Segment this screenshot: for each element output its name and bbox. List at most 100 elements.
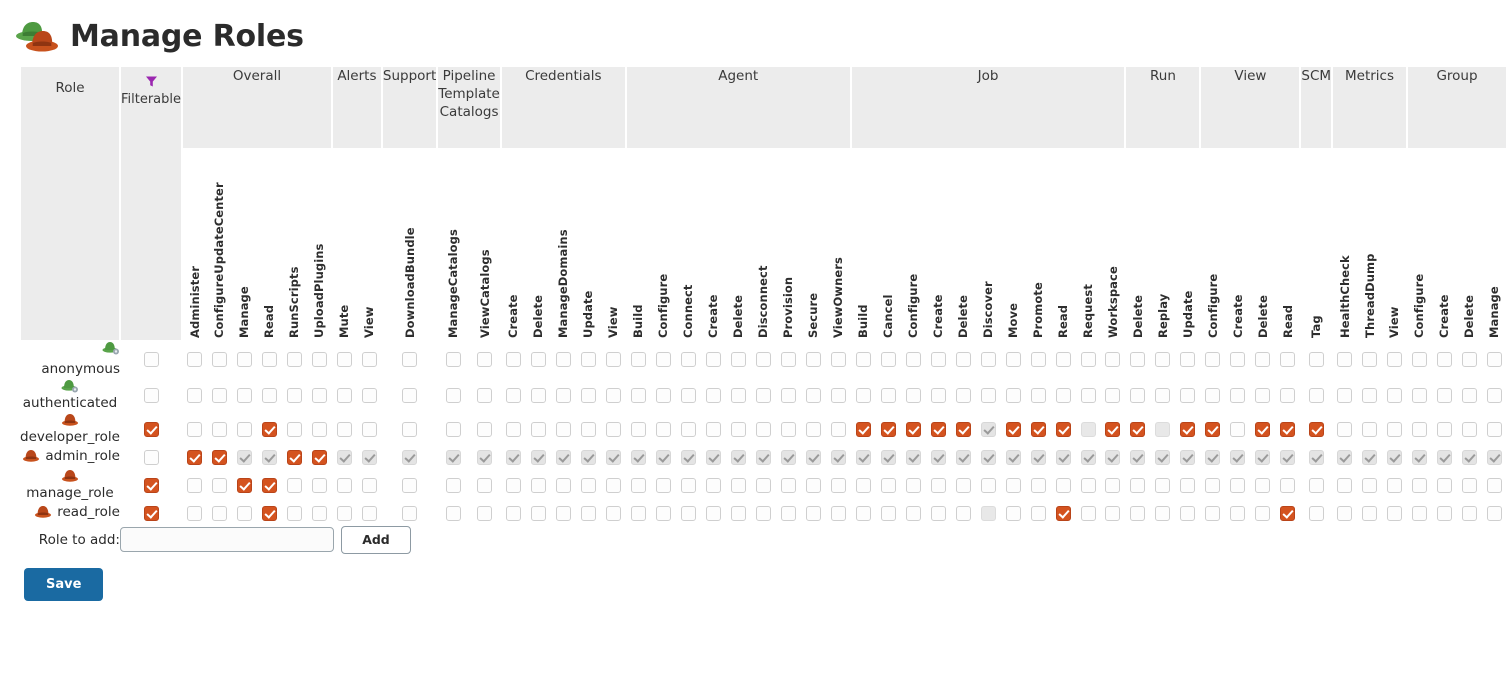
permission-checkbox[interactable] — [1486, 351, 1502, 367]
perm-cell-anonymous-Group-Configure[interactable] — [1407, 340, 1432, 378]
perm-cell-manage_role-Job-Move[interactable] — [1001, 468, 1026, 502]
permission-checkbox[interactable] — [1205, 506, 1221, 522]
perm-cell-read_role-Credentials-Create[interactable] — [501, 503, 526, 525]
permission-checkbox[interactable] — [1105, 450, 1121, 466]
perm-cell-read_role-Group-Delete[interactable] — [1457, 503, 1482, 525]
permission-checkbox[interactable] — [1180, 422, 1196, 438]
permission-checkbox[interactable] — [880, 506, 896, 522]
perm-cell-developer_role-Agent-Provision[interactable] — [776, 412, 801, 446]
permission-checkbox[interactable] — [1130, 506, 1146, 522]
perm-cell-authenticated-Job-Build[interactable] — [851, 378, 876, 412]
permission-checkbox[interactable] — [1280, 351, 1296, 367]
perm-cell-developer_role-Agent-Disconnect[interactable] — [751, 412, 776, 446]
perm-cell-developer_role-Job-Workspace[interactable] — [1101, 412, 1126, 446]
perm-cell-anonymous-Overall-RunScripts[interactable] — [282, 340, 307, 378]
perm-cell-authenticated-Job-Discover[interactable] — [976, 378, 1001, 412]
perm-cell-developer_role-Overall-Read[interactable] — [257, 412, 282, 446]
permission-checkbox[interactable] — [286, 387, 302, 403]
permission-checkbox[interactable] — [1280, 506, 1296, 522]
permission-checkbox[interactable] — [211, 506, 227, 522]
permission-checkbox[interactable] — [755, 506, 771, 522]
perm-cell-anonymous-Agent-Provision[interactable] — [776, 340, 801, 378]
permission-checkbox[interactable] — [1411, 506, 1427, 522]
perm-cell-authenticated-Agent-Disconnect[interactable] — [751, 378, 776, 412]
permission-checkbox[interactable] — [1255, 506, 1271, 522]
permission-checkbox[interactable] — [655, 422, 671, 438]
perm-cell-authenticated-Job-Promote[interactable] — [1026, 378, 1051, 412]
permission-checkbox[interactable] — [1130, 422, 1146, 438]
perm-cell-manage_role-Agent-Build[interactable] — [626, 468, 651, 502]
permission-checkbox[interactable] — [1411, 450, 1427, 466]
permission-checkbox[interactable] — [361, 387, 377, 403]
perm-cell-anonymous-Group-Manage[interactable] — [1482, 340, 1507, 378]
perm-cell-manage_role-Overall-Administer[interactable] — [182, 468, 207, 502]
perm-cell-admin_role-Run-Delete[interactable] — [1125, 447, 1150, 469]
perm-cell-anonymous-Overall-Manage[interactable] — [232, 340, 257, 378]
permission-checkbox[interactable] — [211, 422, 227, 438]
perm-cell-manage_role-Overall-RunScripts[interactable] — [282, 468, 307, 502]
permission-checkbox[interactable] — [1386, 422, 1402, 438]
permission-checkbox[interactable] — [1105, 506, 1121, 522]
perm-cell-manage_role-Group-Configure[interactable] — [1407, 468, 1432, 502]
permission-checkbox[interactable] — [1230, 351, 1246, 367]
permission-checkbox[interactable] — [580, 351, 596, 367]
permission-checkbox[interactable] — [730, 478, 746, 494]
permission-checkbox[interactable] — [880, 351, 896, 367]
perm-cell-anonymous-Job-Move[interactable] — [1001, 340, 1026, 378]
permission-checkbox[interactable] — [755, 387, 771, 403]
perm-cell-read_role-Metrics-View[interactable] — [1382, 503, 1407, 525]
permission-checkbox[interactable] — [1255, 422, 1271, 438]
perm-cell-read_role-Metrics-HealthCheck[interactable] — [1332, 503, 1357, 525]
perm-cell-admin_role-Metrics-HealthCheck[interactable] — [1332, 447, 1357, 469]
perm-cell-developer_role-Credentials-ManageDomains[interactable] — [551, 412, 576, 446]
perm-cell-read_role-Group-Create[interactable] — [1432, 503, 1457, 525]
perm-cell-manage_role-Credentials-ManageDomains[interactable] — [551, 468, 576, 502]
perm-cell-anonymous-Job-Create[interactable] — [926, 340, 951, 378]
permission-checkbox[interactable] — [555, 506, 571, 522]
perm-cell-anonymous-Job-Discover[interactable] — [976, 340, 1001, 378]
permission-checkbox[interactable] — [1105, 422, 1121, 438]
permission-checkbox[interactable] — [705, 387, 721, 403]
filterable-cell-authenticated[interactable] — [120, 378, 182, 412]
perm-cell-developer_role-Job-Cancel[interactable] — [876, 412, 901, 446]
permission-checkbox[interactable] — [1030, 506, 1046, 522]
perm-cell-read_role-Agent-ViewOwners[interactable] — [826, 503, 851, 525]
permission-checkbox[interactable] — [1255, 351, 1271, 367]
permission-checkbox[interactable] — [1155, 422, 1171, 438]
perm-cell-anonymous-Alerts-Mute[interactable] — [332, 340, 357, 378]
perm-cell-anonymous-PipelineTemplateCatalogs-ViewCatalogs[interactable] — [469, 340, 501, 378]
permission-checkbox[interactable] — [655, 506, 671, 522]
permission-checkbox[interactable] — [286, 351, 302, 367]
perm-cell-developer_role-Run-Replay[interactable] — [1150, 412, 1175, 446]
perm-cell-manage_role-Job-Promote[interactable] — [1026, 468, 1051, 502]
perm-cell-manage_role-Agent-Connect[interactable] — [676, 468, 701, 502]
perm-cell-admin_role-Job-Read[interactable] — [1051, 447, 1076, 469]
perm-cell-authenticated-Credentials-ManageDomains[interactable] — [551, 378, 576, 412]
perm-cell-anonymous-Job-Request[interactable] — [1076, 340, 1101, 378]
perm-cell-read_role-Job-Cancel[interactable] — [876, 503, 901, 525]
perm-cell-manage_role-View-Read[interactable] — [1275, 468, 1300, 502]
permission-checkbox[interactable] — [580, 506, 596, 522]
perm-cell-authenticated-SCM-Tag[interactable] — [1300, 378, 1332, 412]
perm-cell-anonymous-Group-Delete[interactable] — [1457, 340, 1482, 378]
perm-cell-read_role-Agent-Secure[interactable] — [801, 503, 826, 525]
perm-cell-anonymous-Metrics-View[interactable] — [1382, 340, 1407, 378]
permission-checkbox[interactable] — [336, 506, 352, 522]
permission-checkbox[interactable] — [505, 351, 521, 367]
permission-checkbox[interactable] — [445, 478, 461, 494]
permission-checkbox[interactable] — [236, 478, 252, 494]
perm-cell-authenticated-Credentials-Create[interactable] — [501, 378, 526, 412]
permission-checkbox[interactable] — [1055, 351, 1071, 367]
perm-cell-admin_role-Job-Workspace[interactable] — [1101, 447, 1126, 469]
permission-checkbox[interactable] — [730, 422, 746, 438]
perm-cell-developer_role-Job-Discover[interactable] — [976, 412, 1001, 446]
perm-cell-developer_role-Credentials-Create[interactable] — [501, 412, 526, 446]
perm-cell-admin_role-SCM-Tag[interactable] — [1300, 447, 1332, 469]
permission-checkbox[interactable] — [1205, 450, 1221, 466]
permission-checkbox[interactable] — [755, 351, 771, 367]
perm-cell-authenticated-Agent-Build[interactable] — [626, 378, 651, 412]
perm-cell-manage_role-Overall-UploadPlugins[interactable] — [307, 468, 332, 502]
perm-cell-admin_role-Job-Request[interactable] — [1076, 447, 1101, 469]
perm-cell-manage_role-Support-DownloadBundle[interactable] — [382, 468, 437, 502]
perm-cell-admin_role-Agent-Disconnect[interactable] — [751, 447, 776, 469]
